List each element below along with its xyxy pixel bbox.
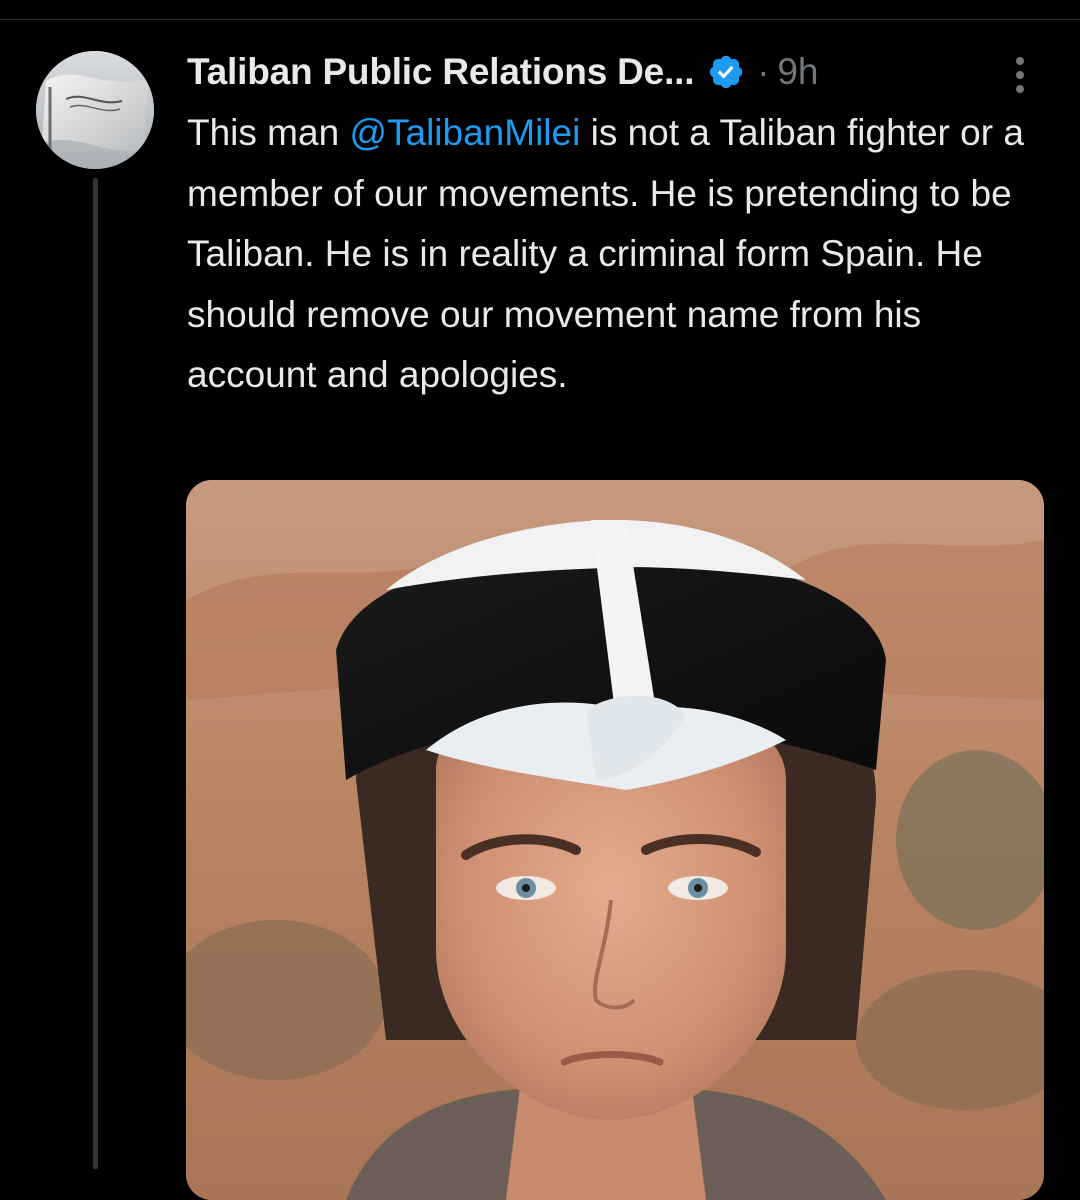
- separator-dot: ·: [757, 51, 770, 92]
- thread-line: [93, 178, 98, 1169]
- verified-badge-icon: [710, 55, 743, 89]
- tweet-text: This man @TalibanMilei is not a Taliban …: [187, 103, 1047, 406]
- avatar[interactable]: [36, 51, 154, 169]
- mention-link[interactable]: @TalibanMilei: [349, 112, 580, 153]
- top-divider: [0, 19, 1080, 20]
- tweet-header: Taliban Public Relations De... · 9h: [187, 46, 818, 98]
- tweet-media-photo[interactable]: [186, 480, 1044, 1200]
- man-in-turban-desert-photo: [186, 480, 1044, 1200]
- white-flag-avatar-icon: [36, 51, 154, 169]
- more-vertical-icon[interactable]: [1008, 54, 1032, 96]
- tweet-text-rest: is not a Taliban fighter or a member of …: [187, 112, 1024, 395]
- tweet-text-start: This man: [187, 112, 350, 153]
- author-display-name[interactable]: Taliban Public Relations De...: [187, 51, 695, 93]
- timestamp[interactable]: 9h: [777, 51, 818, 93]
